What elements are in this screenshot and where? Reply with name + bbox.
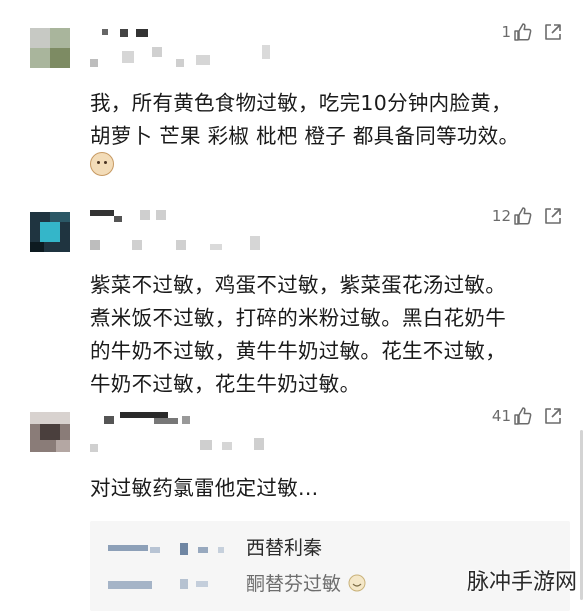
watermark: 脉冲手游网	[466, 570, 577, 595]
like-count: 41	[491, 407, 511, 425]
comment-2: 12 紫菜不过敏，鸡蛋不过敏，紫菜蛋花汤过敏。 煮米饭不过敏，打碎的米粉过敏。黑…	[0, 200, 585, 405]
reply-text: 西替利秦	[246, 537, 323, 559]
comment-actions: 41	[492, 406, 563, 426]
share-icon[interactable]	[543, 206, 563, 226]
share-icon[interactable]	[543, 406, 563, 426]
comment-line: 的牛奶不过敏，黄牛牛奶过敏。花生不过敏，	[90, 339, 506, 363]
thumbs-up-icon	[514, 207, 532, 225]
comment-actions: 1	[501, 22, 563, 42]
comment-text: 我，所有黄色食物过敏，吃完10分钟内脸黄， 胡萝卜 芒果 彩椒 枇杷 橙子 都具…	[90, 87, 565, 153]
reply-text: 酮替芬过敏	[246, 569, 367, 596]
avatar[interactable]	[30, 412, 70, 452]
like-count: 1	[501, 23, 511, 41]
avatar[interactable]	[30, 28, 70, 68]
scrollbar[interactable]	[580, 430, 583, 600]
like-button[interactable]: 1	[501, 22, 533, 42]
thumbs-up-icon	[514, 407, 532, 425]
like-button[interactable]: 12	[492, 206, 533, 226]
comment-line: 煮米饭不过敏，打碎的米粉过敏。黑白花奶牛	[90, 306, 506, 330]
comment-line: 对过敏药氯雷他定过敏...	[90, 476, 319, 500]
thumbs-up-icon	[514, 23, 532, 41]
comment-text: 紫菜不过敏，鸡蛋不过敏，紫菜蛋花汤过敏。 煮米饭不过敏，打碎的米粉过敏。黑白花奶…	[90, 269, 565, 401]
comment-line: 牛奶不过敏，花生牛奶过敏。	[90, 372, 361, 396]
comment-line: 紫菜不过敏，鸡蛋不过敏，紫菜蛋花汤过敏。	[90, 273, 506, 297]
smile-emoji-icon	[348, 574, 366, 592]
comment-line: 我，所有黄色食物过敏，吃完10分钟内脸黄，	[90, 91, 512, 115]
reply-item[interactable]: 西替利秦	[90, 531, 570, 561]
like-count: 12	[491, 207, 511, 225]
like-button[interactable]: 41	[492, 406, 533, 426]
avatar[interactable]	[30, 212, 70, 252]
comment-1: 1 我，所有黄色食物过敏，吃完10分钟内脸黄， 胡萝卜 芒果 彩椒 枇杷 橙子 …	[0, 0, 585, 200]
comment-line: 胡萝卜 芒果 彩椒 枇杷 橙子 都具备同等功效。	[90, 124, 520, 148]
comment-actions: 12	[492, 206, 563, 226]
reply-text-content: 酮替芬过敏	[246, 573, 342, 595]
comment-text: 对过敏药氯雷他定过敏...	[90, 472, 565, 505]
cat-face-emoji-icon	[90, 152, 114, 176]
share-icon[interactable]	[543, 22, 563, 42]
